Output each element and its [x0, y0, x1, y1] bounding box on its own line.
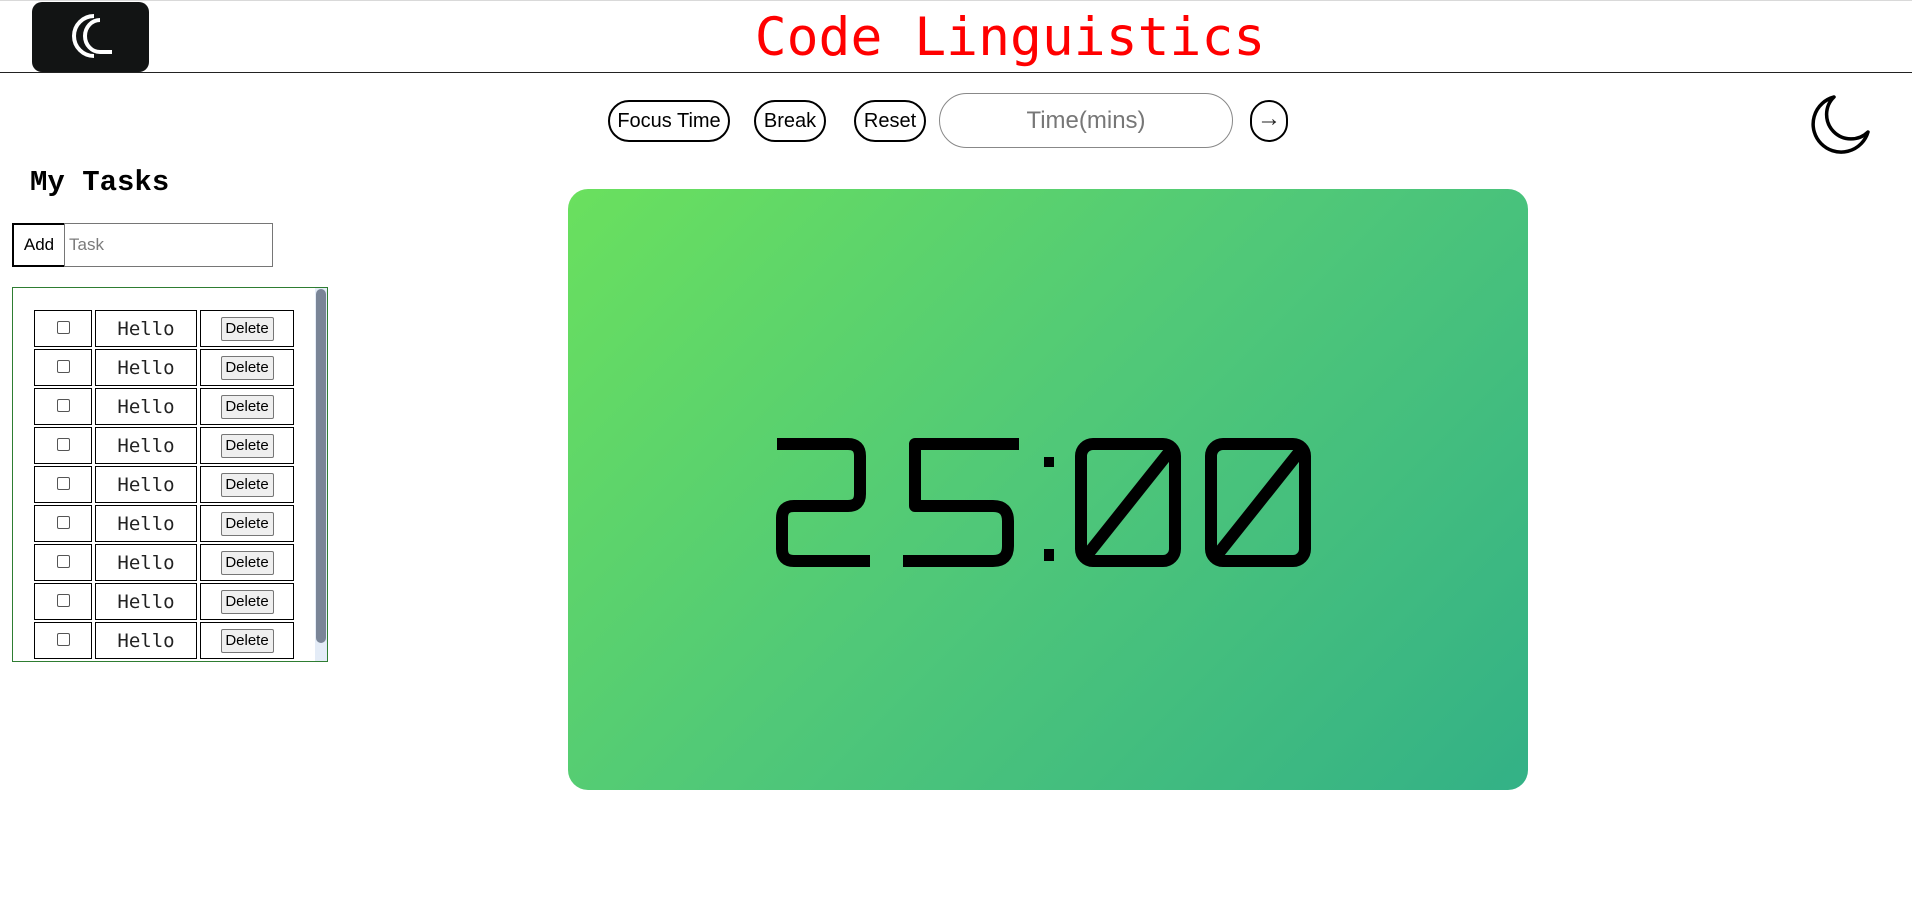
task-text: Hello [95, 622, 197, 659]
delete-task-button[interactable]: Delete [220, 355, 274, 380]
delete-task-button[interactable]: Delete [220, 394, 274, 419]
task-delete-cell: Delete [200, 310, 294, 347]
task-checkbox-cell [34, 505, 92, 542]
task-checkbox[interactable] [56, 359, 70, 373]
task-text: Hello [95, 583, 197, 620]
task-checkbox-cell [34, 427, 92, 464]
task-checkbox[interactable] [56, 437, 70, 451]
delete-task-button[interactable]: Delete [220, 472, 274, 497]
task-delete-cell: Delete [200, 388, 294, 425]
task-input[interactable] [64, 223, 273, 267]
task-checkbox-cell [34, 583, 92, 620]
task-delete-cell: Delete [200, 544, 294, 581]
task-checkbox-cell [34, 622, 92, 659]
task-text: Hello [95, 388, 197, 425]
site-header: Code Linguistics [0, 2, 1912, 73]
task-checkbox-cell [34, 466, 92, 503]
delete-task-button[interactable]: Delete [220, 511, 274, 536]
task-checkbox[interactable] [56, 554, 70, 568]
start-arrow-button[interactable]: → [1250, 100, 1288, 142]
task-checkbox-cell [34, 544, 92, 581]
task-checkbox[interactable] [56, 632, 70, 646]
site-title: Code Linguistics [754, 7, 1266, 68]
scrollbar-thumb[interactable] [316, 289, 326, 643]
task-delete-cell: Delete [200, 427, 294, 464]
task-checkbox[interactable] [56, 593, 70, 607]
delete-task-button[interactable]: Delete [220, 550, 274, 575]
task-list: Hello Delete Hello Delete Hello Delete Hello De… [12, 287, 328, 662]
task-text: Hello [95, 349, 197, 386]
task-checkbox[interactable] [56, 476, 70, 490]
reset-button[interactable]: Reset [854, 100, 926, 142]
task-checkbox[interactable] [56, 320, 70, 334]
time-input[interactable] [939, 93, 1233, 148]
delete-task-button[interactable]: Delete [220, 589, 274, 614]
add-task-button[interactable]: Add [12, 223, 66, 267]
task-list-scrollbar[interactable] [315, 288, 327, 661]
task-text: Hello [95, 427, 197, 464]
break-button[interactable]: Break [754, 100, 826, 142]
timer-display [776, 438, 1311, 567]
task-delete-cell: Delete [200, 583, 294, 620]
task-text: Hello [95, 544, 197, 581]
timer-colon [1044, 457, 1054, 561]
task-text: Hello [95, 466, 197, 503]
task-text: Hello [95, 505, 197, 542]
tasks-heading: My Tasks [30, 166, 170, 199]
task-delete-cell: Delete [200, 466, 294, 503]
timer-digit-5 [903, 438, 1019, 567]
task-text: Hello [95, 310, 197, 347]
task-checkbox-cell [34, 349, 92, 386]
delete-task-button[interactable]: Delete [220, 433, 274, 458]
moon-icon[interactable] [1810, 92, 1874, 156]
task-delete-cell: Delete [200, 505, 294, 542]
task-delete-cell: Delete [200, 349, 294, 386]
task-checkbox-cell [34, 388, 92, 425]
delete-task-button[interactable]: Delete [220, 316, 274, 341]
delete-task-button[interactable]: Delete [220, 628, 274, 653]
task-checkbox[interactable] [56, 515, 70, 529]
timer-card [568, 189, 1528, 790]
top-border [0, 0, 1912, 1]
timer-digit-2 [776, 438, 870, 567]
task-delete-cell: Delete [200, 622, 294, 659]
task-checkbox[interactable] [56, 398, 70, 412]
task-checkbox-cell [34, 310, 92, 347]
focus-time-button[interactable]: Focus Time [608, 100, 730, 142]
